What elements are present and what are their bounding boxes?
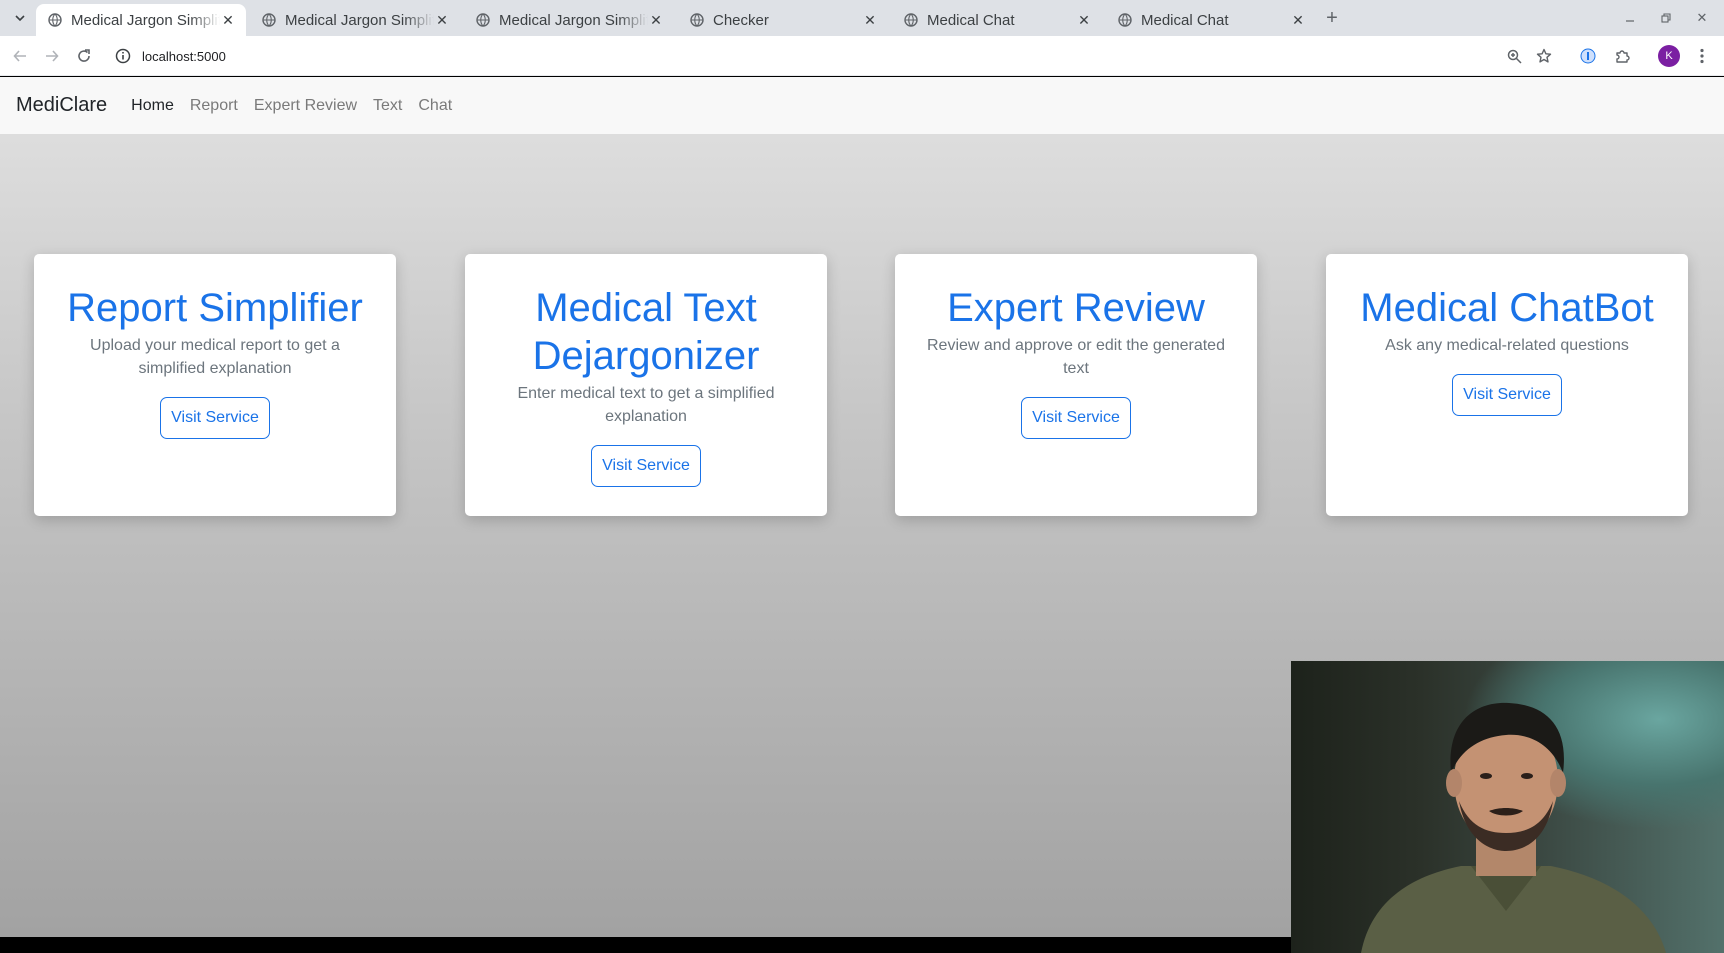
tab-title: Medical Jargon Simplifier [285, 11, 434, 29]
globe-icon [262, 13, 276, 27]
forward-arrow-icon[interactable] [40, 44, 64, 68]
minimize-icon[interactable] [1618, 6, 1642, 30]
service-card-text-dejargonizer: Medical Text Dejargonizer Enter medical … [465, 254, 827, 516]
visit-service-button[interactable]: Visit Service [160, 397, 270, 439]
address-bar[interactable]: localhost:5000 [110, 41, 1510, 71]
tab-close-icon[interactable]: ✕ [434, 12, 450, 28]
browser-toolbar: localhost:5000 K [0, 36, 1724, 76]
tab-title: Medical Chat [927, 11, 1015, 29]
tab-title: Medical Jargon Simplifier [71, 11, 220, 29]
globe-icon [1118, 13, 1132, 27]
service-card-expert-review: Expert Review Review and approve or edit… [895, 254, 1257, 516]
tab-close-icon[interactable]: ✕ [648, 12, 664, 28]
browser-tab[interactable]: Medical Jargon Simplifier ✕ [464, 4, 674, 36]
card-title: Medical ChatBot [1360, 286, 1654, 330]
visit-service-button[interactable]: Visit Service [1021, 397, 1131, 439]
tab-close-icon[interactable]: ✕ [1076, 12, 1092, 28]
reload-icon[interactable] [72, 44, 96, 68]
visit-service-button[interactable]: Visit Service [1452, 374, 1562, 416]
card-description: Enter medical text to get a simplified e… [517, 385, 775, 425]
browser-tab[interactable]: Medical Chat ✕ [892, 4, 1102, 36]
tab-close-icon[interactable]: ✕ [1290, 12, 1306, 28]
globe-icon [48, 13, 62, 27]
password-manager-icon[interactable] [1576, 44, 1600, 68]
card-description: Upload your medical report to get a simp… [90, 337, 340, 377]
nav-link-report[interactable]: Report [190, 97, 238, 115]
nav-link-home[interactable]: Home [131, 97, 174, 115]
site-info-icon[interactable] [115, 48, 131, 64]
url-text: localhost:5000 [142, 48, 226, 64]
zoom-icon[interactable] [1502, 44, 1526, 68]
nav-link-chat[interactable]: Chat [418, 97, 452, 115]
extensions-puzzle-icon[interactable] [1610, 44, 1634, 68]
visit-service-button[interactable]: Visit Service [591, 445, 701, 487]
back-arrow-icon[interactable] [8, 44, 32, 68]
globe-icon [476, 13, 490, 27]
service-card-medical-chatbot: Medical ChatBot Ask any medical-related … [1326, 254, 1688, 516]
browser-tab[interactable]: Checker ✕ [678, 4, 888, 36]
new-tab-plus-icon[interactable]: + [1320, 6, 1344, 30]
browser-tab[interactable]: Medical Jargon Simplifier ✕ [250, 4, 460, 36]
nav-link-text[interactable]: Text [373, 97, 402, 115]
profile-avatar[interactable]: K [1658, 45, 1680, 67]
restore-icon[interactable] [1654, 6, 1678, 30]
globe-icon [904, 13, 918, 27]
close-window-icon[interactable]: ✕ [1690, 6, 1714, 30]
card-description: Ask any medical-related questions [1385, 337, 1629, 354]
presenter-silhouette [1361, 702, 1666, 953]
brand-logo[interactable]: MediClare [16, 94, 107, 117]
bookmark-star-icon[interactable] [1532, 44, 1556, 68]
tab-close-icon[interactable]: ✕ [220, 12, 236, 28]
tab-close-icon[interactable]: ✕ [862, 12, 878, 28]
card-title: Medical Text Dejargonizer [532, 286, 760, 378]
tab-title: Medical Chat [1141, 11, 1229, 29]
nav-link-expert-review[interactable]: Expert Review [254, 97, 357, 115]
globe-icon [690, 13, 704, 27]
card-title: Report Simplifier [67, 286, 363, 330]
card-description: Review and approve or edit the generated… [927, 337, 1225, 377]
webcam-video-overlay [1291, 661, 1724, 953]
tab-search-chevron-icon[interactable] [8, 6, 32, 30]
screen-bottom-bar [0, 937, 1291, 953]
service-card-report-simplifier: Report Simplifier Upload your medical re… [34, 254, 396, 516]
tab-title: Checker [713, 11, 769, 29]
card-title: Expert Review [947, 286, 1205, 330]
browser-tab-strip: Medical Jargon Simplifier ✕ Medical Jarg… [0, 0, 1724, 36]
tab-title: Medical Jargon Simplifier [499, 11, 648, 29]
site-navbar: MediClare Home Report Expert Review Text… [0, 77, 1724, 134]
browser-tab[interactable]: Medical Jargon Simplifier ✕ [36, 4, 246, 36]
browser-tab[interactable]: Medical Chat ✕ [1106, 4, 1316, 36]
more-menu-icon[interactable] [1690, 44, 1714, 68]
